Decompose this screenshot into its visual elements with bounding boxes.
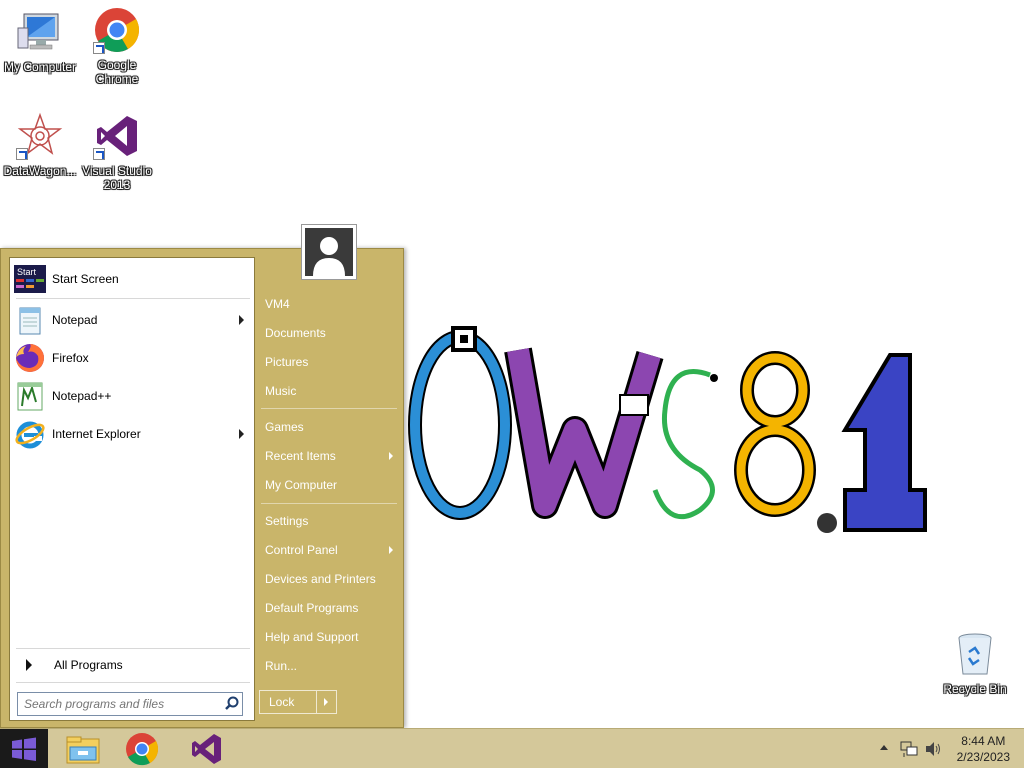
windows-logo-icon: [12, 737, 36, 761]
start-button[interactable]: [0, 729, 48, 768]
search-programs-field[interactable]: [17, 692, 243, 716]
network-icon[interactable]: [900, 740, 918, 758]
chrome-icon: [126, 733, 159, 766]
system-tray: 8:44 AM 2/23/2023: [864, 729, 1024, 768]
user-avatar[interactable]: [301, 224, 357, 280]
program-label: Notepad: [52, 313, 98, 327]
all-programs-label: All Programs: [54, 658, 123, 672]
link-documents[interactable]: Documents: [265, 322, 399, 344]
taskbar-chrome[interactable]: [113, 731, 171, 767]
separator: [16, 298, 250, 299]
link-label: Pictures: [265, 355, 309, 369]
link-label: VM4: [265, 297, 290, 311]
shortcut-arrow-icon: [16, 148, 28, 160]
link-label: Control Panel: [265, 543, 338, 557]
link-label: Music: [265, 384, 297, 398]
link-pictures[interactable]: Pictures: [265, 351, 399, 373]
separator: [16, 682, 250, 683]
search-input[interactable]: [18, 694, 222, 714]
desktop-icon-label: Visual Studio 2013: [82, 164, 152, 192]
separator: [261, 503, 397, 504]
submenu-arrow-icon: [389, 452, 393, 460]
taskbar: 8:44 AM 2/23/2023: [0, 728, 1024, 768]
clock[interactable]: 8:44 AM 2/23/2023: [957, 733, 1010, 765]
notepadpp-icon: [14, 380, 46, 412]
link-default-programs[interactable]: Default Programs: [265, 597, 399, 619]
link-my-computer[interactable]: My Computer: [265, 474, 399, 496]
link-label: Settings: [265, 514, 309, 528]
firefox-icon: [14, 342, 46, 374]
link-settings[interactable]: Settings: [265, 510, 399, 532]
user-silhouette-icon: [305, 228, 353, 276]
desktop-icon-google-chrome[interactable]: Google Chrome: [77, 6, 157, 86]
link-label: Default Programs: [265, 601, 359, 615]
lock-options-arrow-icon[interactable]: [316, 691, 336, 713]
search-icon[interactable]: [222, 694, 242, 714]
link-games[interactable]: Games: [265, 416, 399, 438]
desktop-icon-label: Google Chrome: [95, 58, 139, 86]
program-label: Start Screen: [52, 272, 119, 286]
lock-button-group: Lock: [259, 690, 337, 714]
link-help-and-support[interactable]: Help and Support: [265, 626, 399, 648]
link-label: Run...: [265, 659, 298, 673]
link-run[interactable]: Run...: [265, 655, 399, 677]
file-explorer-icon: [66, 736, 100, 764]
all-programs-button[interactable]: All Programs: [14, 654, 252, 676]
program-notepad[interactable]: Notepad: [14, 303, 252, 337]
link-label: Devices and Printers: [265, 572, 376, 586]
taskbar-visual-studio[interactable]: [176, 731, 234, 767]
expand-arrow-icon: [26, 659, 32, 671]
visual-studio-icon: [192, 734, 221, 764]
separator: [261, 408, 397, 409]
link-label: Help and Support: [265, 630, 359, 644]
program-notepadpp[interactable]: Notepad++: [14, 379, 252, 413]
link-control-panel[interactable]: Control Panel: [265, 539, 399, 561]
clock-time: 8:44 AM: [961, 734, 1006, 748]
desktop-icon-label: My Computer: [3, 60, 77, 74]
link-vm4[interactable]: VM4: [265, 293, 399, 315]
datawagon-icon: [16, 112, 64, 160]
separator: [16, 648, 250, 649]
start-menu: Start Start Screen Notepad Firefox Notep…: [0, 224, 404, 728]
program-label: Internet Explorer: [52, 427, 141, 441]
shortcut-arrow-icon: [93, 148, 105, 160]
volume-icon[interactable]: [924, 740, 942, 758]
link-label: Games: [265, 420, 304, 434]
link-label: My Computer: [265, 478, 338, 492]
wallpaper-art: [330, 326, 927, 533]
submenu-arrow-icon: [389, 546, 393, 554]
start-screen-tile-text: Start: [17, 267, 37, 277]
show-hidden-icons-icon[interactable]: [880, 745, 888, 750]
desktop-icon-recycle-bin[interactable]: Recycle Bin: [935, 630, 1015, 696]
program-internet-explorer[interactable]: Internet Explorer: [14, 417, 252, 451]
link-label: Recent Items: [265, 449, 336, 463]
desktop-icon-label: Recycle Bin: [943, 682, 1007, 696]
chrome-icon: [93, 6, 141, 54]
internet-explorer-icon: [14, 418, 46, 450]
start-screen-icon: Start: [14, 263, 46, 295]
clock-date: 2/23/2023: [956, 750, 1010, 764]
program-label: Notepad++: [52, 389, 112, 403]
desktop-icon-my-computer[interactable]: My Computer: [0, 8, 80, 74]
notepad-icon: [14, 304, 46, 336]
link-recent-items[interactable]: Recent Items: [265, 445, 399, 467]
computer-icon: [16, 8, 64, 56]
program-firefox[interactable]: Firefox: [14, 341, 252, 375]
recycle-bin-icon: [951, 630, 999, 678]
desktop-icon-label: DataWagon...: [3, 164, 77, 178]
submenu-arrow-icon: [239, 429, 244, 439]
shortcut-arrow-icon: [93, 42, 105, 54]
start-menu-programs-pane: Start Start Screen Notepad Firefox Notep…: [9, 257, 255, 721]
visual-studio-icon: [93, 112, 141, 160]
program-start-screen[interactable]: Start Start Screen: [14, 262, 252, 296]
taskbar-file-explorer[interactable]: [54, 731, 112, 767]
link-devices-and-printers[interactable]: Devices and Printers: [265, 568, 399, 590]
submenu-arrow-icon: [239, 315, 244, 325]
program-label: Firefox: [52, 351, 89, 365]
link-music[interactable]: Music: [265, 380, 399, 402]
desktop-icon-datawagon[interactable]: DataWagon...: [0, 112, 80, 178]
desktop-icon-visual-studio[interactable]: Visual Studio 2013: [77, 112, 157, 192]
link-label: Documents: [265, 326, 326, 340]
lock-button[interactable]: Lock: [260, 691, 316, 713]
